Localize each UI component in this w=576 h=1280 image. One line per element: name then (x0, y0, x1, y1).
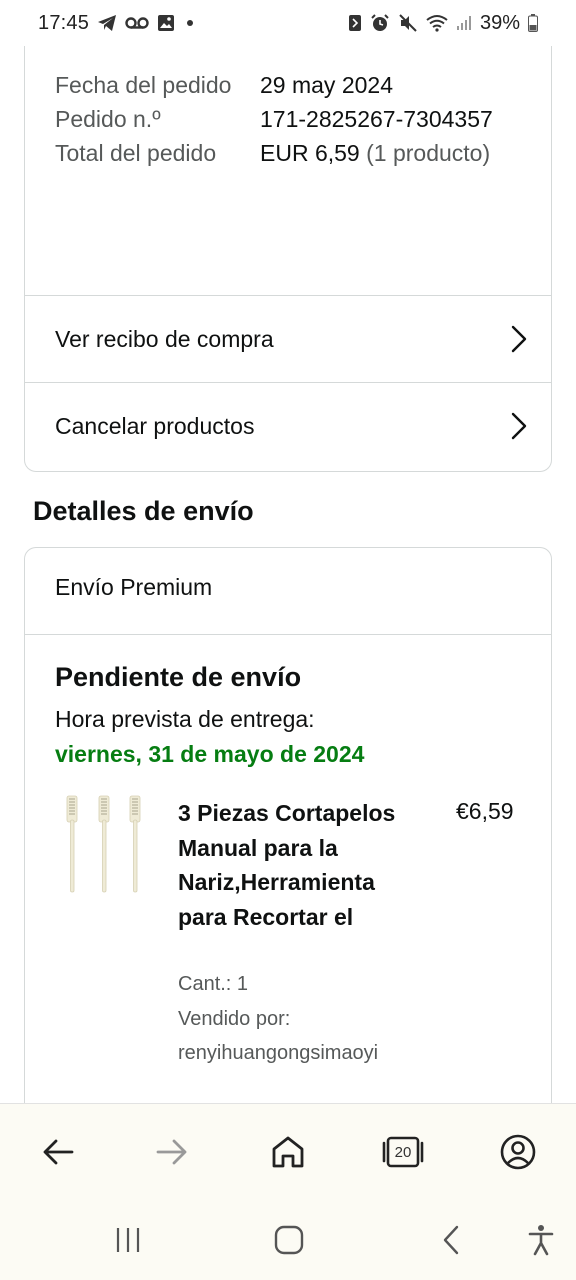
order-number-label: Pedido n.º (55, 106, 161, 132)
home-icon[interactable] (266, 1130, 310, 1174)
delivery-eta-date: viernes, 31 de mayo de 2024 (55, 741, 365, 767)
shipping-type: Envío Premium (55, 574, 213, 600)
cancel-items-link[interactable]: Cancelar productos (25, 383, 551, 469)
order-info: Fecha del pedido 29 may 2024 Pedido n.º … (55, 68, 525, 170)
status-bar: 17:45 39% (0, 0, 576, 46)
battery-icon (528, 14, 538, 32)
order-number-row: Pedido n.º 171-2825267-7304357 (55, 102, 525, 136)
order-total-count: (1 producto) (366, 140, 491, 166)
chevron-right-icon (509, 411, 529, 441)
view-receipt-link[interactable]: Ver recibo de compra (25, 296, 551, 382)
status-left: 17:45 (38, 12, 197, 35)
order-total-row: Total del pedido EUR 6,59 (1 producto) (55, 136, 525, 170)
product-price: €6,59 (456, 798, 514, 824)
nfc-icon (348, 14, 362, 32)
battery-percent: 39% (479, 11, 520, 34)
nose-trimmer-product-image[interactable] (61, 794, 147, 898)
order-date-label: Fecha del pedido (55, 72, 232, 98)
order-date-value: 29 may 2024 (260, 72, 393, 98)
status-time: 17:45 (38, 11, 90, 34)
order-date-row: Fecha del pedido 29 may 2024 (55, 68, 525, 102)
voicemail-icon (125, 16, 149, 30)
wifi-icon (426, 14, 448, 32)
back-chevron-icon[interactable] (431, 1220, 471, 1260)
mute-icon (398, 13, 418, 33)
order-summary-card: Fecha del pedido 29 may 2024 Pedido n.º … (24, 46, 552, 472)
order-total-label: Total del pedido (55, 140, 217, 166)
product-title[interactable]: 3 Piezas Cortapelos Manual para la Nariz… (178, 796, 418, 934)
view-receipt-label: Ver recibo de compra (55, 325, 274, 352)
system-navigation (0, 1198, 576, 1280)
cancel-items-label: Cancelar productos (55, 412, 255, 439)
delivery-eta-label: Hora prevista de entrega: (55, 706, 315, 732)
alarm-icon (370, 13, 390, 33)
tabs-count: 20 (394, 1143, 412, 1161)
order-total-value: EUR 6,59 (1 producto) (260, 136, 525, 170)
home-circle-icon[interactable] (269, 1220, 309, 1260)
product-seller-label: Vendido por: (178, 1008, 291, 1030)
order-number-value: 171-2825267-7304357 (260, 106, 493, 132)
dot-icon (183, 16, 197, 30)
accessibility-icon[interactable] (521, 1220, 561, 1260)
tabs-button[interactable]: 20 (381, 1130, 425, 1174)
shipping-card: Envío Premium Pendiente de envío Hora pr… (24, 547, 552, 1107)
shipping-details-title: Detalles de envío (33, 496, 254, 526)
divider (25, 634, 551, 635)
chevron-right-icon (509, 324, 529, 354)
forward-arrow-icon[interactable] (150, 1130, 194, 1174)
gallery-icon (157, 14, 175, 32)
back-arrow-icon[interactable] (36, 1130, 80, 1174)
product-seller[interactable]: renyihuangongsimaoyi (178, 1042, 378, 1065)
product-quantity: Cant.: 1 (178, 973, 249, 995)
order-total-amount: EUR 6,59 (260, 140, 360, 166)
account-icon[interactable] (496, 1130, 540, 1174)
telegram-icon (97, 14, 117, 32)
status-right: 39% (348, 12, 538, 35)
browser-toolbar: 20 (0, 1103, 576, 1198)
shipping-status: Pendiente de envío (55, 662, 302, 692)
signal-icon (456, 15, 472, 31)
recents-icon[interactable] (108, 1220, 148, 1260)
